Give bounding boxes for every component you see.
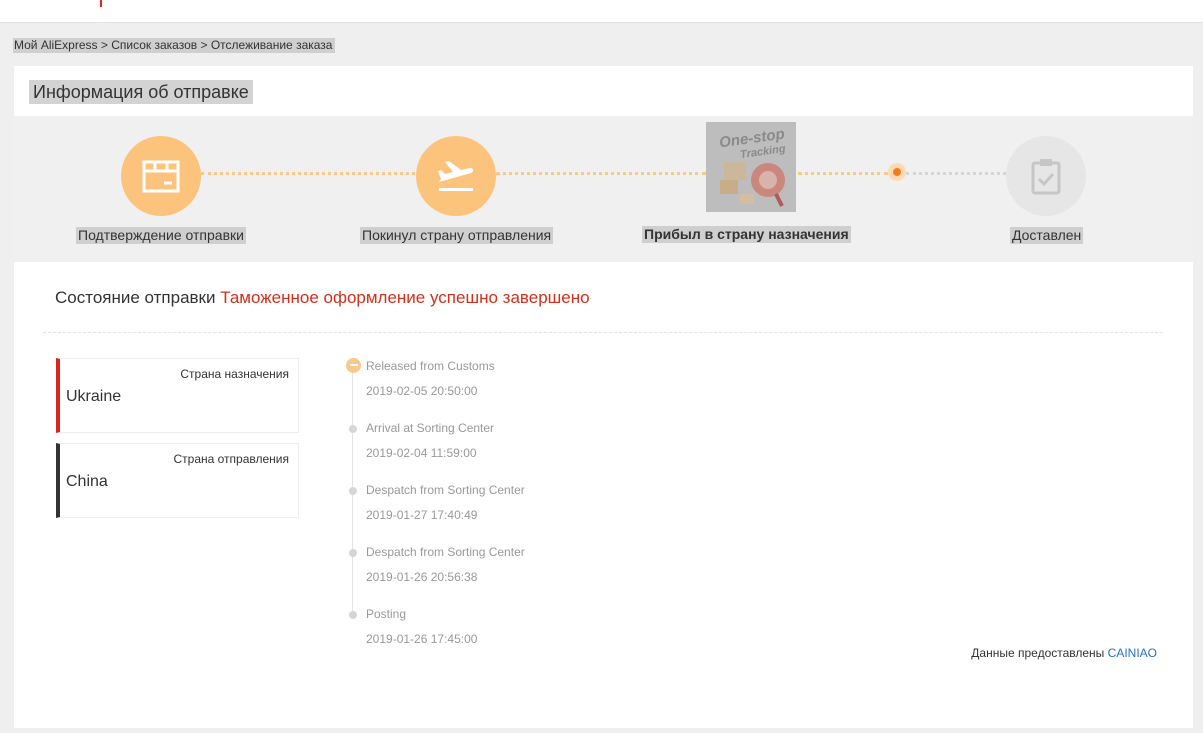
progress-connector bbox=[496, 172, 706, 175]
breadcrumb: Мой AliExpress > Список заказов > Отслеж… bbox=[13, 38, 336, 53]
timeline-item: Arrival at Sorting Center 2019-02-04 11:… bbox=[349, 421, 495, 460]
shipment-info-card: Информация об отправке Подтверждение отп… bbox=[14, 66, 1193, 728]
origin-country-box: Страна отправления China bbox=[56, 443, 299, 518]
progress-connector bbox=[798, 172, 888, 175]
current-step-marker bbox=[888, 163, 906, 181]
brand-accent-mark bbox=[100, 0, 102, 7]
status-value: Таможенное оформление успешно завершено bbox=[220, 288, 590, 307]
step-left-origin-country bbox=[416, 136, 496, 216]
timeline-time: 2019-02-04 11:59:00 bbox=[366, 446, 477, 460]
timeline-dot bbox=[349, 425, 357, 433]
origin-caption: Страна отправления bbox=[173, 452, 290, 466]
breadcrumb-separator: > bbox=[100, 38, 108, 52]
timeline-active-marker-icon bbox=[346, 358, 361, 373]
data-provider: Данные предоставлены CAINIAO bbox=[971, 646, 1157, 660]
step-label-left-origin-country: Покинул страну отправления bbox=[360, 227, 554, 244]
timeline-item: Despatch from Sorting Center 2019-01-26 … bbox=[349, 545, 525, 584]
destination-country-box: Страна назначения Ukraine bbox=[56, 358, 299, 433]
origin-country: China bbox=[66, 473, 108, 490]
page-title: Информация об отправке bbox=[29, 80, 253, 104]
timeline-event: Despatch from Sorting Center bbox=[366, 483, 525, 497]
destination-caption: Страна назначения bbox=[180, 367, 289, 381]
timeline-item: Posting 2019-01-26 17:45:00 bbox=[349, 607, 478, 646]
status-label: Состояние отправки bbox=[55, 288, 216, 307]
timeline-event: Despatch from Sorting Center bbox=[366, 545, 525, 559]
step-label-shipment-confirmed: Подтверждение отправки bbox=[76, 227, 246, 244]
timeline-item: Despatch from Sorting Center 2019-01-27 … bbox=[349, 483, 525, 522]
timeline-time: 2019-02-05 20:50:00 bbox=[366, 384, 478, 398]
timeline-dot bbox=[349, 487, 357, 495]
step-delivered bbox=[1006, 136, 1086, 216]
one-stop-tracking-logo: One-stop Tracking bbox=[706, 122, 796, 212]
timeline-dot bbox=[349, 611, 357, 619]
timeline-time: 2019-01-27 17:40:49 bbox=[366, 508, 478, 522]
timeline-time: 2019-01-26 20:56:38 bbox=[366, 570, 478, 584]
breadcrumb-my-aliexpress[interactable]: Мой AliExpress bbox=[14, 38, 98, 52]
destination-country: Ukraine bbox=[66, 388, 122, 405]
provider-label: Данные предоставлены bbox=[971, 646, 1105, 660]
timeline-event: Arrival at Sorting Center bbox=[366, 421, 495, 435]
breadcrumb-order-tracking[interactable]: Отслеживание заказа bbox=[211, 38, 333, 52]
shipment-status: Состояние отправки Таможенное оформление… bbox=[55, 288, 590, 308]
timeline-time: 2019-01-26 17:45:00 bbox=[366, 632, 478, 646]
timeline-event: Released from Customs bbox=[366, 359, 495, 373]
timeline-dot bbox=[349, 549, 357, 557]
section-divider bbox=[43, 332, 1163, 333]
cainiao-link[interactable]: CAINIAO bbox=[1108, 646, 1157, 660]
top-header-bar bbox=[0, 0, 1203, 23]
breadcrumb-separator: > bbox=[200, 38, 208, 52]
timeline-event: Posting bbox=[366, 607, 407, 621]
timeline-item: Released from Customs 2019-02-05 20:50:0… bbox=[346, 358, 495, 398]
progress-connector-pending bbox=[906, 172, 1006, 175]
breadcrumb-order-list[interactable]: Список заказов bbox=[111, 38, 197, 52]
step-label-delivered: Доставлен bbox=[1010, 227, 1084, 244]
progress-connector bbox=[201, 172, 415, 175]
shipment-progress-steps: Подтверждение отправки Покинул страну от… bbox=[14, 116, 1193, 262]
step-label-arrived-destination: Прибыл в страну назначения bbox=[642, 226, 851, 243]
step-shipment-confirmed bbox=[121, 136, 201, 216]
